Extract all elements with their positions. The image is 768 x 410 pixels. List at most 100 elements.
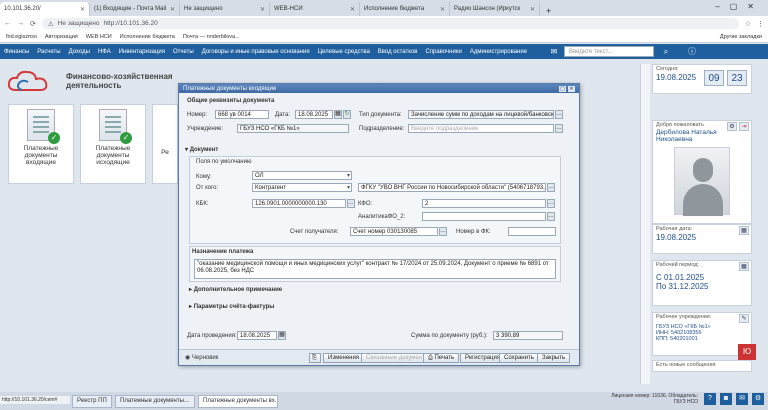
paperclip-icon: ⎘ bbox=[312, 355, 317, 361]
section-invoice-params[interactable]: ▸ Параметры счёта-фактуры bbox=[189, 303, 274, 310]
section-document[interactable]: ▾ Документ bbox=[185, 146, 218, 153]
counterparty-field[interactable]: ФГКУ "УВО ВНГ России по Новосибирской об… bbox=[358, 183, 546, 192]
close-button[interactable]: Закрыть bbox=[537, 353, 571, 363]
menu-item-reports[interactable]: Отчеты bbox=[173, 49, 194, 55]
section-extra-note[interactable]: ▸ Дополнительное примечание bbox=[189, 286, 282, 293]
bookmark-item[interactable]: Почта — nnderbilova... bbox=[183, 34, 240, 40]
close-icon[interactable]: ✕ bbox=[80, 6, 85, 13]
print-button[interactable]: ⎙ Печать bbox=[423, 353, 460, 363]
from-select[interactable]: Контрагент bbox=[252, 183, 352, 192]
mail-icon[interactable]: ✉ bbox=[548, 46, 560, 57]
document-icon: ✓ bbox=[99, 109, 132, 144]
notification-badge[interactable]: Ю bbox=[738, 344, 756, 360]
browser-tab-budget[interactable]: Исполнение бюджета ✕ bbox=[360, 2, 450, 16]
browser-tab-mail[interactable]: (1) Входящие - Почта Mail ✕ bbox=[90, 2, 180, 16]
menu-item-calc[interactable]: Расчеты bbox=[37, 49, 60, 55]
lookup-icon[interactable]: … bbox=[547, 212, 555, 221]
messages-box[interactable]: Есть новые сообщения bbox=[652, 360, 752, 372]
close-icon[interactable]: ✕ bbox=[530, 6, 535, 13]
settings-icon[interactable]: ⚙ bbox=[727, 122, 737, 131]
menu-item-balances[interactable]: Ввод остатков bbox=[378, 49, 418, 55]
tile-payments-incoming[interactable]: ✓ Платежные документы входящие bbox=[8, 104, 74, 184]
bookmark-item[interactable]: fnd.egisznso bbox=[6, 34, 37, 40]
recipient-account-field[interactable]: Счет номер 030130085 bbox=[350, 227, 438, 236]
menu-item-finance[interactable]: Финансы bbox=[4, 49, 29, 55]
dialog-title: Платежные документы входящие bbox=[183, 85, 277, 92]
settings-icon[interactable]: ⚙ bbox=[752, 393, 764, 405]
bookmark-item[interactable]: Авторизация bbox=[45, 34, 78, 40]
browser-tab-active[interactable]: 10.101.36.20/✕ bbox=[0, 2, 90, 16]
search-icon[interactable]: ⌕ bbox=[660, 46, 672, 57]
back-icon[interactable]: ← bbox=[4, 20, 11, 27]
subdivision-input[interactable]: Введите подразделение bbox=[408, 124, 554, 133]
save-button[interactable]: Сохранить bbox=[499, 353, 539, 363]
attach-button[interactable]: ⎘ bbox=[309, 353, 321, 363]
number-field[interactable]: 668 ув 0014 bbox=[215, 110, 269, 119]
menu-item-inventory[interactable]: Инвентаризация bbox=[119, 49, 165, 55]
doctype-field[interactable]: Зачисление сумм по доходам на лицевой/ба… bbox=[408, 110, 554, 119]
camera-icon[interactable]: ◙ bbox=[720, 393, 732, 405]
lookup-icon[interactable]: … bbox=[555, 110, 563, 119]
menu-item-income[interactable]: Доходы bbox=[69, 49, 90, 55]
tile-partial[interactable]: Ре bbox=[152, 104, 178, 184]
close-icon[interactable]: ✕ bbox=[440, 6, 445, 13]
close-icon[interactable]: ✕ bbox=[568, 85, 575, 92]
logout-icon[interactable]: ⇥ bbox=[739, 122, 749, 131]
close-icon[interactable]: ✕ bbox=[170, 6, 175, 13]
lookup-icon[interactable]: … bbox=[347, 199, 355, 208]
info-icon[interactable]: ⓘ bbox=[686, 46, 698, 57]
menu-item-nfa[interactable]: НФА bbox=[98, 49, 111, 55]
lookup-icon[interactable]: … bbox=[555, 124, 563, 133]
lookup-icon[interactable]: … bbox=[547, 183, 555, 192]
browser-tab-radio[interactable]: Радио Шансон (Иркутск ✕ bbox=[450, 2, 540, 16]
lookup-icon[interactable]: … bbox=[547, 199, 555, 208]
fk-number-field[interactable] bbox=[508, 227, 556, 236]
close-icon[interactable]: ✕ bbox=[260, 6, 265, 13]
calendar-icon[interactable]: ▦ bbox=[739, 226, 749, 235]
bookmark-item[interactable]: Исполнение бюджета bbox=[120, 34, 175, 40]
purpose-textarea[interactable]: "оказание медицинской помощи и иных меди… bbox=[194, 259, 556, 279]
task-registry[interactable]: Реестр ПП bbox=[72, 394, 112, 408]
date-field[interactable]: 18.08.2025 bbox=[295, 110, 333, 119]
calendar-icon[interactable]: ▦ bbox=[278, 331, 286, 340]
window-controls-icon[interactable]: –▢✕ bbox=[715, 2, 764, 11]
task-payments-2[interactable]: Платежные документы вх... bbox=[198, 394, 278, 408]
analytics-field[interactable] bbox=[422, 212, 546, 221]
menu-item-admin[interactable]: Администрирование bbox=[470, 49, 527, 55]
lookup-icon[interactable]: … bbox=[439, 227, 447, 236]
kfo-field[interactable]: 2 bbox=[422, 199, 546, 208]
changes-button[interactable]: Изменения bbox=[323, 353, 365, 363]
browser-tab-insecure[interactable]: Не защищено ✕ bbox=[180, 2, 270, 16]
menu-icon[interactable]: ⋮ bbox=[757, 20, 764, 28]
calendar-icon[interactable]: ▦ bbox=[739, 262, 749, 271]
forward-icon[interactable]: → bbox=[17, 20, 24, 27]
reload-icon[interactable]: ⟳ bbox=[30, 20, 36, 28]
institution-field[interactable]: ГБУЗ НСО «ГКБ №1» bbox=[237, 124, 349, 133]
bookmark-item[interactable]: WEB НСИ bbox=[86, 34, 112, 40]
conduct-date-field[interactable]: 18.08.2025 bbox=[237, 331, 277, 340]
maximize-icon[interactable]: ▢ bbox=[559, 85, 566, 92]
to-select[interactable]: ОЛ bbox=[252, 171, 352, 180]
task-payments-1[interactable]: Платежные документы... bbox=[115, 394, 195, 408]
address-bar: ← → ⟳ ⚠ Не защищено http://10.101.36.20 … bbox=[0, 16, 768, 31]
new-tab-button[interactable]: + bbox=[540, 6, 557, 16]
browser-tab-websi[interactable]: WEB-НСИ ✕ bbox=[270, 2, 360, 16]
close-icon[interactable]: ✕ bbox=[350, 6, 355, 13]
refresh-icon[interactable]: ↻ bbox=[343, 110, 351, 119]
menu-item-contracts[interactable]: Договоры и иные правовые основания bbox=[202, 49, 310, 55]
help-icon[interactable]: ? bbox=[704, 393, 716, 405]
search-input[interactable]: Введите текст... bbox=[564, 46, 654, 57]
star-icon[interactable]: ☆ bbox=[745, 20, 751, 28]
kbk-field[interactable]: 126.0901.0000000000.130 bbox=[252, 199, 346, 208]
taskbar-tools: ? ◙ ✉ ⚙ bbox=[704, 393, 764, 405]
menu-item-target[interactable]: Целевые средства bbox=[318, 49, 370, 55]
mail-icon[interactable]: ✉ bbox=[736, 393, 748, 405]
bookmark-other[interactable]: Другие закладки bbox=[720, 34, 762, 40]
edit-icon[interactable]: ✎ bbox=[739, 314, 749, 323]
bookmarks-bar: fnd.egisznso Авторизация WEB НСИ Исполне… bbox=[0, 31, 768, 43]
calendar-icon[interactable]: ▦ bbox=[334, 110, 342, 119]
sum-field: 3 390,89 bbox=[493, 331, 563, 340]
menu-item-refs[interactable]: Справочники bbox=[425, 49, 461, 55]
url-field[interactable]: ⚠ Не защищено http://10.101.36.20 bbox=[41, 18, 739, 29]
tile-payments-outgoing[interactable]: ✓ Платежные документы исходящие bbox=[80, 104, 146, 184]
